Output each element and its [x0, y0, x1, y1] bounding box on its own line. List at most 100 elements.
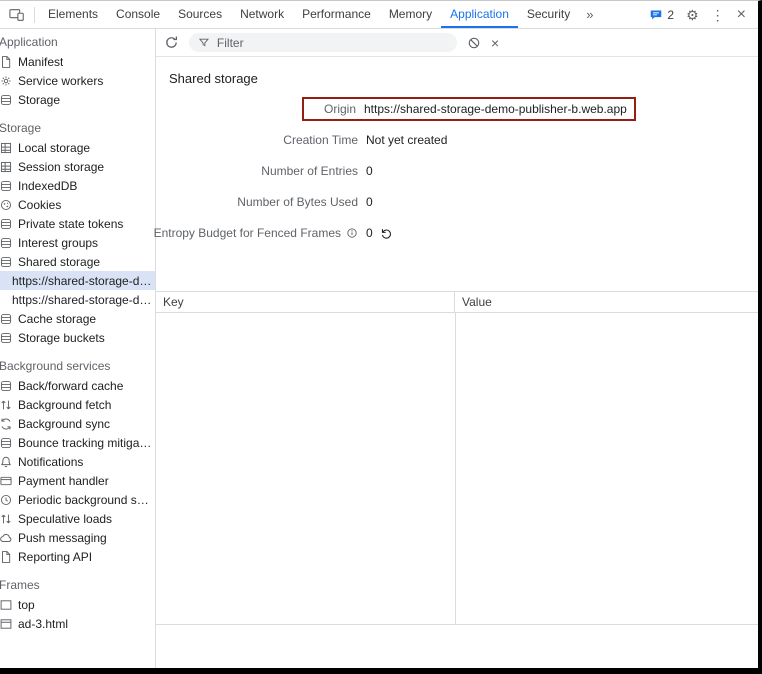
console-messages-button[interactable]: 2	[649, 8, 674, 22]
tab-elements[interactable]: Elements	[39, 1, 107, 28]
tab-strip: ElementsConsoleSourcesNetworkPerformance…	[39, 1, 579, 28]
entries-table-header: KeyValue	[156, 292, 758, 313]
sidebar-item-manifest[interactable]: Manifest	[0, 52, 155, 71]
sidebar-item-cookies[interactable]: Cookies	[0, 195, 155, 214]
sidebar-item-label: Local storage	[18, 141, 90, 155]
refresh-icon	[164, 35, 179, 50]
sidebar-item-indexeddb[interactable]: IndexedDB	[0, 176, 155, 195]
sidebar-item-local-storage[interactable]: Local storage	[0, 138, 155, 157]
sidebar-item-label: https://shared-storage-d…	[12, 293, 151, 307]
field-label: Origin	[308, 102, 356, 116]
column-header-value[interactable]: Value	[455, 292, 758, 312]
field-value: https://shared-storage-demo-publisher-b.…	[364, 102, 627, 116]
page-title: Shared storage	[156, 57, 758, 88]
database-icon	[0, 436, 13, 450]
sidebar-item-https-shared-storage-d[interactable]: https://shared-storage-d…	[0, 290, 155, 309]
menu-button[interactable]: ⋮	[711, 8, 725, 22]
sidebar-item-cache-storage[interactable]: Cache storage	[0, 309, 155, 328]
sidebar-section-application: ApplicationManifestService workersStorag…	[0, 33, 155, 109]
sidebar-item-label: Storage buckets	[18, 331, 105, 345]
sidebar-item-label: Periodic background s…	[18, 493, 149, 507]
gear-icon	[0, 74, 13, 88]
field-value: 0	[366, 195, 373, 209]
database-icon	[0, 312, 13, 326]
field-row-origin: Origin https://shared-storage-demo-publis…	[156, 100, 758, 118]
sidebar-item-ad-3-html[interactable]: ad-3.html	[0, 614, 155, 633]
sidebar-item-top[interactable]: top	[0, 595, 155, 614]
sidebar-item-label: Push messaging	[18, 531, 107, 545]
tab-sources[interactable]: Sources	[169, 1, 231, 28]
cloud-icon	[0, 531, 13, 545]
close-devtools-button[interactable]: ×	[737, 8, 746, 22]
updown-icon	[0, 398, 13, 412]
sidebar-item-background-fetch[interactable]: Background fetch	[0, 395, 155, 414]
entries-table: KeyValue	[156, 291, 758, 625]
shared-storage-panel: × Shared storage Origin https://shared-st…	[156, 29, 758, 668]
toggle-device-toolbar-button[interactable]	[4, 8, 30, 22]
sidebar-item-storage-buckets[interactable]: Storage buckets	[0, 328, 155, 347]
sidebar-item-back-forward-cache[interactable]: Back/forward cache	[0, 376, 155, 395]
tab-security[interactable]: Security	[518, 1, 579, 28]
sidebar-item-label: https://shared-storage-d…	[12, 274, 151, 288]
filter-box	[189, 33, 457, 52]
annotation-highlight-box: Origin https://shared-storage-demo-publis…	[302, 97, 636, 121]
filter-input[interactable]	[215, 35, 448, 51]
more-tabs-button[interactable]: »	[579, 7, 600, 22]
sidebar-item-label: ad-3.html	[18, 617, 68, 631]
sidebar-item-bounce-tracking-mitiga[interactable]: Bounce tracking mitiga…	[0, 433, 155, 452]
frame-icon	[0, 598, 13, 612]
column-header-key[interactable]: Key	[156, 292, 455, 312]
sidebar-section-title: Frames	[0, 576, 155, 595]
database-icon	[0, 179, 13, 193]
sidebar-section-title: Background services	[0, 357, 155, 376]
field-row-number-of-bytes-used: Number of Bytes Used0	[156, 193, 758, 211]
sidebar-item-label: IndexedDB	[18, 179, 77, 193]
adframe-icon	[0, 617, 13, 631]
grid-icon	[0, 141, 13, 155]
devtools-tabbar: ElementsConsoleSourcesNetworkPerformance…	[0, 1, 758, 29]
database-icon	[0, 217, 13, 231]
sidebar-item-label: Shared storage	[18, 255, 100, 269]
sidebar-item-label: Payment handler	[18, 474, 109, 488]
field-row-entropy-budget-for-fenced-frames: Entropy Budget for Fenced Frames0	[156, 224, 758, 242]
database-icon	[0, 93, 13, 107]
sidebar-item-notifications[interactable]: Notifications	[0, 452, 155, 471]
sidebar-item-https-shared-storage-d[interactable]: https://shared-storage-d…	[0, 271, 155, 290]
tab-memory[interactable]: Memory	[380, 1, 441, 28]
clear-filter-button[interactable]: ×	[491, 36, 499, 50]
sidebar-item-reporting-api[interactable]: Reporting API	[0, 547, 155, 566]
tab-application[interactable]: Application	[441, 1, 518, 28]
cookie-icon	[0, 198, 13, 212]
sidebar-item-speculative-loads[interactable]: Speculative loads	[0, 509, 155, 528]
sidebar-item-payment-handler[interactable]: Payment handler	[0, 471, 155, 490]
tab-performance[interactable]: Performance	[293, 1, 380, 28]
devtools-window: ElementsConsoleSourcesNetworkPerformance…	[0, 0, 762, 674]
sync-icon	[0, 417, 13, 431]
tab-console[interactable]: Console	[107, 1, 169, 28]
refresh-button[interactable]	[164, 35, 179, 50]
field-label: Number of Entries	[156, 164, 358, 178]
sidebar-item-service-workers[interactable]: Service workers	[0, 71, 155, 90]
settings-button[interactable]: ⚙	[686, 8, 699, 22]
sidebar-item-label: Cookies	[18, 198, 61, 212]
sidebar-item-label: Back/forward cache	[18, 379, 123, 393]
tab-network[interactable]: Network	[231, 1, 293, 28]
field-label-text: Entropy Budget for Fenced Frames	[154, 226, 341, 240]
sidebar-item-interest-groups[interactable]: Interest groups	[0, 233, 155, 252]
panel-toolbar: ×	[156, 29, 758, 57]
sidebar-item-background-sync[interactable]: Background sync	[0, 414, 155, 433]
info-icon[interactable]	[346, 227, 358, 239]
clear-entries-button[interactable]	[467, 36, 481, 50]
sidebar-item-periodic-background-s[interactable]: Periodic background s…	[0, 490, 155, 509]
divider	[34, 7, 35, 23]
sidebar-item-session-storage[interactable]: Session storage	[0, 157, 155, 176]
sidebar-item-private-state-tokens[interactable]: Private state tokens	[0, 214, 155, 233]
clock-icon	[0, 493, 13, 507]
reset-budget-icon[interactable]	[380, 227, 393, 240]
field-row-number-of-entries: Number of Entries0	[156, 162, 758, 180]
sidebar-item-push-messaging[interactable]: Push messaging	[0, 528, 155, 547]
field-label: Entropy Budget for Fenced Frames	[156, 226, 358, 240]
sidebar-item-shared-storage[interactable]: Shared storage	[0, 252, 155, 271]
grid-icon	[0, 160, 13, 174]
sidebar-item-storage[interactable]: Storage	[0, 90, 155, 109]
